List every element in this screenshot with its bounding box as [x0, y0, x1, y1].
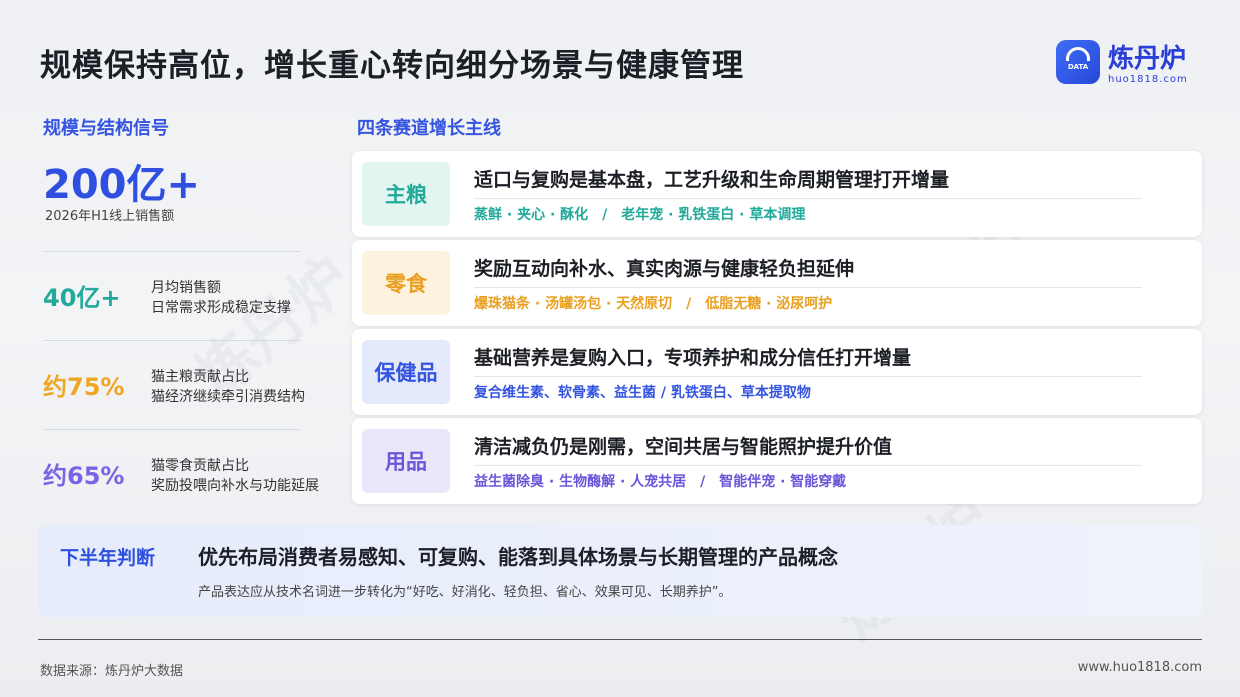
track-tag: 零食: [362, 251, 450, 315]
right-section-label: 四条赛道增长主线: [357, 118, 501, 139]
judgement-box: 下半年判断 优先布局消费者易感知、可复购、能落到具体场景与长期管理的产品概念 产…: [38, 525, 1202, 617]
stat-item: 约75% 猫主粮贡献占比 猫经济继续牵引消费结构: [43, 340, 305, 426]
left-section-label: 规模与结构信号: [43, 118, 169, 139]
track-headline: 适口与复购是基本盘，工艺升级和生命周期管理打开增量: [474, 169, 950, 191]
stat-desc: 猫零食贡献占比 奖励投喂向补水与功能延展: [151, 458, 319, 494]
track-keywords: 益生菌除臭 · 生物酶解 · 人宠共居 / 智能伴宠 · 智能穿戴: [474, 474, 847, 490]
judgement-label: 下半年判断: [60, 547, 156, 569]
track-card: 用品 清洁减负仍是刚需，空间共居与智能照护提升价值 益生菌除臭 · 生物酶解 ·…: [352, 418, 1202, 504]
stat-value: 约65%: [43, 462, 125, 490]
headline-value: 200亿+: [43, 162, 201, 208]
logo-url: huo1818.com: [1108, 74, 1188, 85]
track-keywords: 爆珠猫条 · 汤罐汤包 · 天然原切 / 低脂无糖 · 泌尿呵护: [474, 296, 833, 312]
headline-caption: 2026年H1线上销售额: [45, 209, 175, 224]
logo-name: 炼丹炉: [1108, 44, 1187, 74]
judgement-detail: 产品表达应从技术名词进一步转化为“好吃、好消化、轻负担、省心、效果可见、长期养护…: [198, 585, 732, 600]
stat-value: 约75%: [43, 373, 125, 401]
footer-source: 数据来源：炼丹炉大数据: [40, 664, 184, 679]
stat-desc: 月均销售额 日常需求形成稳定支撑: [151, 280, 291, 316]
stat-item: 约65% 猫零食贡献占比 奖励投喂向补水与功能延展: [43, 429, 319, 515]
track-headline: 奖励互动向补水、真实肉源与健康轻负担延伸: [474, 258, 855, 280]
logo-badge-icon: DATA: [1056, 40, 1100, 84]
track-tag: 保健品: [362, 340, 450, 404]
track-keywords: 蒸鲜 · 夹心 · 酥化 / 老年宠 · 乳铁蛋白 · 草本调理: [474, 207, 806, 223]
page-title: 规模保持高位，增长重心转向细分场景与健康管理: [40, 48, 744, 84]
footer-divider: [38, 639, 1202, 640]
track-tag: 主粮: [362, 162, 450, 226]
track-card: 保健品 基础营养是复购入口，专项养护和成分信任打开增量 复合维生素、软骨素、益生…: [352, 329, 1202, 415]
footer-website-link[interactable]: www.huo1818.com: [1078, 660, 1202, 675]
judgement-headline: 优先布局消费者易感知、可复购、能落到具体场景与长期管理的产品概念: [198, 545, 838, 569]
stat-desc: 猫主粮贡献占比 猫经济继续牵引消费结构: [151, 369, 305, 405]
track-keywords: 复合维生素、软骨素、益生菌 / 乳铁蛋白、草本提取物: [474, 385, 811, 401]
stat-item: 40亿+ 月均销售额 日常需求形成稳定支撑: [43, 251, 300, 337]
track-tag: 用品: [362, 429, 450, 493]
track-card: 主粮 适口与复购是基本盘，工艺升级和生命周期管理打开增量 蒸鲜 · 夹心 · 酥…: [352, 151, 1202, 237]
brand-logo: DATA 炼丹炉 huo1818.com: [1056, 38, 1206, 90]
track-headline: 清洁减负仍是刚需，空间共居与智能照护提升价值: [474, 436, 893, 458]
stat-value: 40亿+: [43, 284, 121, 312]
track-card: 零食 奖励互动向补水、真实肉源与健康轻负担延伸 爆珠猫条 · 汤罐汤包 · 天然…: [352, 240, 1202, 326]
track-headline: 基础营养是复购入口，专项养护和成分信任打开增量: [474, 347, 912, 369]
